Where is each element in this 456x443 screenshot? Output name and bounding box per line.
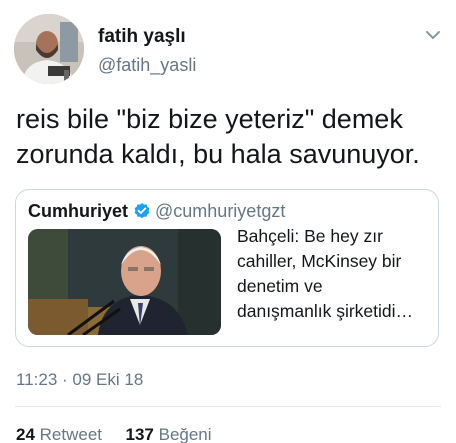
avatar[interactable] — [14, 14, 84, 84]
tweet-stats: 24 Retweet 137 Beğeni — [16, 425, 212, 443]
quoted-tweet-handle: @cumhuriyetgzt — [155, 201, 286, 221]
divider — [15, 406, 441, 407]
retweets-count: 24 — [16, 425, 35, 443]
author-display-name[interactable]: fatih yaşlı — [98, 26, 196, 48]
likes-count: 137 — [125, 425, 154, 443]
verified-badge-icon — [133, 202, 151, 220]
quoted-tweet-card[interactable]: Cumhuriyet @cumhuriyetgzt Bahçeli: Be he… — [15, 189, 439, 347]
quoted-tweet-name: Cumhuriyet — [28, 201, 129, 221]
likes-label: Beğeni — [158, 425, 212, 443]
author-handle[interactable]: @fatih_yasli — [98, 54, 196, 76]
tweet-text: reis bile "biz bize yeteriz" demek zorun… — [16, 104, 420, 169]
chevron-down-icon[interactable] — [424, 26, 442, 44]
quoted-tweet-text: Bahçeli: Be hey zır cahiller, McKinsey b… — [237, 226, 414, 321]
tweet: fatih yaşlı @fatih_yasli reis bile "biz … — [0, 0, 456, 443]
tweet-timestamp[interactable]: 11:23 · 09 Eki 18 — [16, 370, 143, 390]
quoted-tweet-header: Cumhuriyet @cumhuriyetgzt — [28, 200, 285, 222]
likes-stat[interactable]: 137 Beğeni — [126, 425, 212, 443]
retweets-stat[interactable]: 24 Retweet — [16, 425, 107, 443]
retweets-label: Retweet — [39, 425, 103, 443]
author-block[interactable]: fatih yaşlı @fatih_yasli — [98, 26, 196, 76]
quoted-tweet-photo[interactable] — [28, 229, 221, 335]
